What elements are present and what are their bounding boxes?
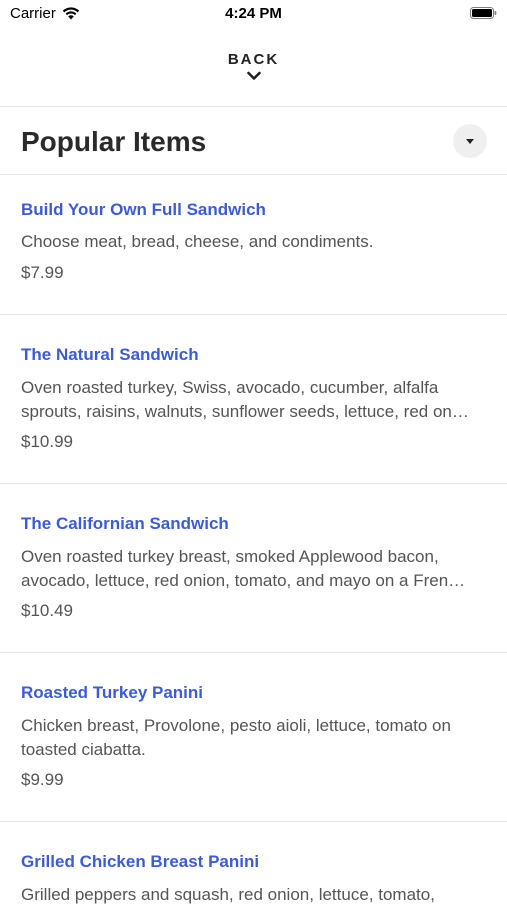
item-name: The Natural Sandwich: [21, 345, 199, 364]
status-time: 4:24 PM: [225, 5, 282, 22]
item-description: Choose meat, bread, cheese, and condimen…: [21, 232, 374, 251]
back-button[interactable]: BACK: [0, 50, 507, 82]
menu-item[interactable]: The Natural Sandwich Oven roasted turkey…: [0, 315, 507, 484]
item-price: $10.49: [21, 601, 73, 620]
item-description: Oven roasted turkey breast, smoked Apple…: [21, 547, 439, 566]
caret-down-icon: [466, 139, 474, 144]
item-description: toasted ciabatta.: [21, 740, 146, 759]
item-price: $9.99: [21, 770, 64, 789]
menu-item[interactable]: The Californian Sandwich Oven roasted tu…: [0, 484, 507, 653]
menu-item[interactable]: Grilled Chicken Breast Panini Grilled pe…: [0, 822, 507, 904]
back-label: BACK: [227, 51, 280, 68]
item-price: $7.99: [21, 263, 64, 282]
item-price: $10.99: [21, 432, 73, 451]
item-description: sprouts, raisins, walnuts, sunflower see…: [21, 402, 469, 421]
menu-item-list: Build Your Own Full Sandwich Choose meat…: [0, 175, 507, 904]
item-name: Build Your Own Full Sandwich: [21, 200, 266, 219]
item-description: Grilled peppers and squash, red onion, l…: [21, 885, 435, 904]
item-name: Roasted Turkey Panini: [21, 683, 204, 702]
menu-item[interactable]: Roasted Turkey Panini Chicken breast, Pr…: [0, 653, 507, 822]
chevron-down-icon: [246, 71, 261, 80]
menu-item[interactable]: Build Your Own Full Sandwich Choose meat…: [0, 175, 507, 315]
status-bar: Carrier 4:24 PM: [0, 0, 507, 28]
item-description: Oven roasted turkey, Swiss, avocado, cuc…: [21, 378, 439, 397]
item-description: avocado, lettuce, red onion, tomato, and…: [21, 571, 466, 590]
page-title: Popular Items: [21, 126, 207, 157]
item-name: The Californian Sandwich: [21, 514, 229, 533]
item-name: Grilled Chicken Breast Panini: [21, 852, 260, 871]
item-description: Chicken breast, Provolone, pesto aioli, …: [21, 716, 451, 735]
battery-icon: [470, 7, 497, 19]
nav-divider: [0, 106, 507, 107]
section-dropdown-button[interactable]: [453, 124, 487, 158]
section-header: Popular Items: [0, 108, 507, 174]
